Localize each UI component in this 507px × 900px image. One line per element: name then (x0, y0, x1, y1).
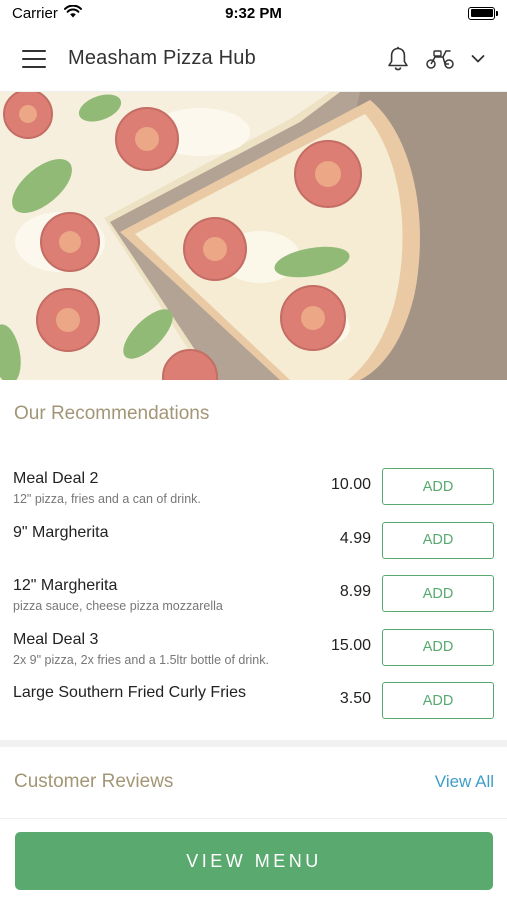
add-button[interactable]: ADD (382, 682, 494, 719)
app-header: Measham Pizza Hub (0, 26, 507, 92)
item-description: 12" pizza, fries and a can of drink. (13, 492, 201, 506)
status-time: 9:32 PM (225, 4, 282, 22)
menu-icon[interactable] (22, 49, 46, 68)
list-item: 9" Margherita 4.99 ADD (0, 516, 507, 570)
bottom-bar: VIEW MENU (0, 818, 507, 900)
bell-icon[interactable] (387, 46, 409, 72)
item-price: 10.00 (330, 476, 371, 493)
chevron-down-icon[interactable] (471, 54, 485, 64)
item-name: Meal Deal 3 (13, 630, 99, 648)
item-price: 4.99 (339, 529, 371, 547)
recommendations-title: Our Recommendations (14, 403, 210, 424)
recommendations-list: Meal Deal 2 12" pizza, fries and a can o… (0, 462, 507, 730)
view-all-link[interactable]: View All (435, 772, 494, 792)
item-description: 2x 9" pizza, 2x fries and a 1.5ltr bottl… (13, 652, 269, 667)
item-name: Meal Deal 2 (13, 470, 99, 487)
app-title: Measham Pizza Hub (68, 47, 256, 69)
pizza-hero-image (0, 92, 507, 380)
add-button[interactable]: ADD (382, 468, 494, 505)
header-actions (387, 46, 485, 72)
add-button[interactable]: ADD (382, 628, 494, 666)
list-item: Meal Deal 3 2x 9" pizza, 2x fries and a … (0, 623, 507, 677)
battery-icon (468, 6, 498, 20)
add-button[interactable]: ADD (382, 575, 494, 612)
list-item: Large Southern Fried Curly Fries 3.50 AD… (0, 676, 507, 730)
item-price: 8.99 (339, 583, 371, 600)
status-right (468, 6, 498, 20)
item-name: 12" Margherita (13, 577, 118, 594)
scooter-icon[interactable] (425, 48, 455, 70)
reviews-title: Customer Reviews (14, 771, 174, 792)
add-button[interactable]: ADD (382, 521, 494, 559)
item-description: pizza sauce, cheese pizza mozzarella (13, 599, 223, 613)
list-item: 12" Margherita pizza sauce, cheese pizza… (0, 569, 507, 623)
item-name: Large Southern Fried Curly Fries (13, 684, 246, 701)
item-price: 15.00 (330, 636, 371, 654)
item-name: 9" Margherita (13, 523, 109, 541)
list-item: Meal Deal 2 12" pizza, fries and a can o… (0, 462, 507, 516)
view-menu-button[interactable]: VIEW MENU (15, 832, 493, 890)
item-price: 3.50 (339, 690, 371, 707)
section-divider (0, 740, 507, 747)
status-bar: Carrier 9:32 PM (0, 0, 507, 26)
